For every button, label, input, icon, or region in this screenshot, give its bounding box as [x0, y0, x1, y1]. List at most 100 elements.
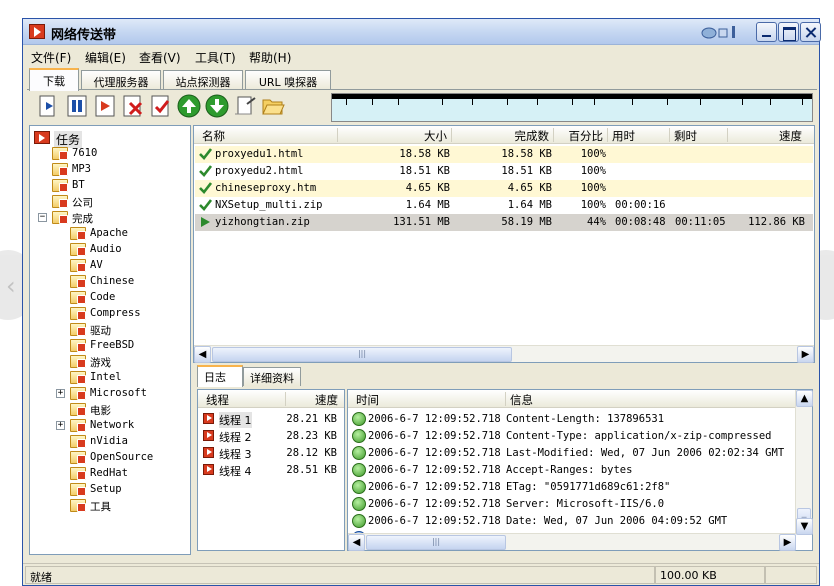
- menu-help[interactable]: 帮助(H): [249, 49, 291, 66]
- menu-view[interactable]: 查看(V): [139, 49, 181, 66]
- file-row[interactable]: chineseproxy.htm 4.65 KB 4.65 KB 100%: [195, 180, 813, 197]
- tab-log[interactable]: 日志: [197, 365, 243, 387]
- log-hscroll-thumb[interactable]: |||: [366, 535, 506, 550]
- tree-item-label: Intel: [90, 371, 122, 383]
- menu-edit[interactable]: 编辑(E): [85, 49, 126, 66]
- thread-speed: 28.23 KB: [286, 430, 337, 442]
- log-horizontal-scrollbar[interactable]: ◀ ||| ▶: [348, 533, 796, 551]
- file-row[interactable]: proxyedu2.html 18.51 KB 18.51 KB 100%: [195, 163, 813, 180]
- log-time: 2006-6-7 12:09:52.718: [368, 481, 501, 493]
- log-row[interactable]: 2006-6-7 12:09:52.718 Server: Microsoft-I…: [350, 496, 794, 513]
- log-row[interactable]: 2006-6-7 12:09:52.718 Last-Modified: Wed,…: [350, 445, 794, 462]
- close-button[interactable]: [800, 22, 821, 42]
- open-folder-icon[interactable]: [261, 94, 285, 118]
- thread-name: 线程 4: [219, 465, 252, 478]
- collapse-icon[interactable]: −: [38, 213, 47, 222]
- log-row[interactable]: 2006-6-7 12:09:52.718 ETag: "0591771d689c…: [350, 479, 794, 496]
- tab-url-sniffer[interactable]: URL 嗅探器: [245, 70, 331, 90]
- log-scroll-left-icon[interactable]: ◀: [348, 534, 365, 551]
- expand-icon[interactable]: +: [56, 389, 65, 398]
- file-speed: 112.86 KB: [748, 216, 805, 228]
- col-speed[interactable]: 速度: [728, 128, 806, 143]
- status-speed: 100.00 KB: [655, 566, 765, 584]
- tree-item-label: Setup: [90, 483, 122, 495]
- folder-icon: [70, 483, 86, 496]
- maximize-button[interactable]: [778, 22, 799, 42]
- scroll-up-icon[interactable]: ▲: [796, 390, 813, 407]
- log-time: 2006-6-7 12:09:52.718: [368, 464, 501, 476]
- file-row[interactable]: proxyedu1.html 18.58 KB 18.58 KB 100%: [195, 146, 813, 163]
- log-message: Content-Type: application/x-zip-compress…: [506, 430, 772, 442]
- log-vertical-scrollbar[interactable]: ▲ ≡ ▼: [795, 390, 813, 535]
- ok-check-icon: [352, 412, 366, 426]
- log-scroll-right-icon[interactable]: ▶: [779, 534, 796, 551]
- thread-row[interactable]: 线程 4 28.51 KB: [199, 462, 343, 479]
- tree-item-label: 公司: [72, 197, 93, 209]
- thread-row[interactable]: 线程 3 28.12 KB: [199, 445, 343, 462]
- scroll-right-icon[interactable]: ▶: [797, 346, 814, 363]
- col-time[interactable]: 时间: [356, 392, 506, 407]
- minimize-button[interactable]: [756, 22, 777, 42]
- file-size: 4.65 KB: [405, 182, 450, 194]
- file-name: proxyedu1.html: [215, 148, 304, 160]
- pause-icon[interactable]: [65, 94, 89, 118]
- scroll-thumb[interactable]: |||: [212, 347, 512, 362]
- col-elapsed[interactable]: 用时: [612, 128, 670, 143]
- tree-item-label: 工具: [90, 501, 111, 513]
- thread-name: 线程 2: [219, 431, 252, 444]
- col-remaining[interactable]: 剩时: [674, 128, 728, 143]
- tab-divider: [27, 89, 817, 90]
- tree-item-label: RedHat: [90, 467, 128, 479]
- tab-site-detector[interactable]: 站点探测器: [163, 70, 243, 90]
- file-name: yizhongtian.zip: [215, 216, 310, 228]
- ok-check-icon: [352, 480, 366, 494]
- file-done: 18.58 KB: [501, 148, 552, 160]
- log-row[interactable]: 2006-6-7 12:09:52.718 Content-Type: appli…: [350, 428, 794, 445]
- open-file-icon[interactable]: [233, 94, 257, 118]
- move-up-icon[interactable]: [177, 94, 201, 118]
- ok-check-icon: [352, 429, 366, 443]
- tree-item-label: OpenSource: [90, 451, 154, 463]
- col-percent[interactable]: 百分比: [554, 128, 608, 143]
- file-row[interactable]: yizhongtian.zip 131.51 MB 58.19 MB 44% 00:08…: [195, 214, 813, 231]
- col-thread-speed[interactable]: 速度: [286, 392, 342, 407]
- col-size[interactable]: 大小: [338, 128, 452, 143]
- tab-details[interactable]: 详细资料: [243, 367, 301, 386]
- thread-header: 线程 速度: [198, 390, 344, 408]
- log-time: 2006-6-7 12:09:52.718: [368, 498, 501, 510]
- expand-icon[interactable]: +: [56, 421, 65, 430]
- thread-row[interactable]: 线程 2 28.23 KB: [199, 428, 343, 445]
- file-row[interactable]: NXSetup_multi.zip 1.64 MB 1.64 MB 100% 00:00…: [195, 197, 813, 214]
- menu-file[interactable]: 文件(F): [31, 49, 71, 66]
- tab-proxy-server[interactable]: 代理服务器: [81, 70, 161, 90]
- col-name[interactable]: 名称: [202, 128, 338, 143]
- folder-icon: [70, 243, 86, 256]
- file-done: 4.65 KB: [507, 182, 552, 194]
- delete-icon[interactable]: [121, 94, 145, 118]
- col-info[interactable]: 信息: [510, 392, 790, 407]
- tree-item-label: 完成: [72, 213, 93, 225]
- properties-icon[interactable]: [149, 94, 173, 118]
- log-row[interactable]: 2006-6-7 12:09:52.718 Date: Wed, 07 Jun 2…: [350, 513, 794, 530]
- file-size: 18.51 KB: [399, 165, 450, 177]
- download-list: 名称 大小 完成数 百分比 用时 剩时 速度 proxyedu1.html 18.…: [193, 125, 815, 363]
- scroll-down-icon[interactable]: ▼: [796, 518, 813, 535]
- col-done[interactable]: 完成数: [452, 128, 554, 143]
- folder-icon: [52, 211, 68, 224]
- move-down-icon[interactable]: [205, 94, 229, 118]
- log-message: Last-Modified: Wed, 07 Jun 2006 02:02:34…: [506, 447, 785, 459]
- log-header: 时间 信息: [348, 390, 812, 408]
- menu-tools[interactable]: 工具(T): [195, 49, 236, 66]
- log-row[interactable]: 2006-6-7 12:09:52.718 Accept-Ranges: byte…: [350, 462, 794, 479]
- tree-item-label: FreeBSD: [90, 339, 135, 351]
- complete-check-icon: [199, 199, 212, 211]
- thread-row[interactable]: 线程 1 28.21 KB: [199, 411, 343, 428]
- start-icon[interactable]: [93, 94, 117, 118]
- new-task-icon[interactable]: [37, 94, 61, 118]
- tab-download[interactable]: 下载: [29, 68, 79, 91]
- tray-decoration-icon: [701, 26, 735, 39]
- col-thread[interactable]: 线程: [206, 392, 286, 407]
- list-horizontal-scrollbar[interactable]: ◀ ||| ▶: [194, 345, 814, 363]
- log-row[interactable]: 2006-6-7 12:09:52.718 Content-Length: 137…: [350, 411, 794, 428]
- scroll-left-icon[interactable]: ◀: [194, 346, 211, 363]
